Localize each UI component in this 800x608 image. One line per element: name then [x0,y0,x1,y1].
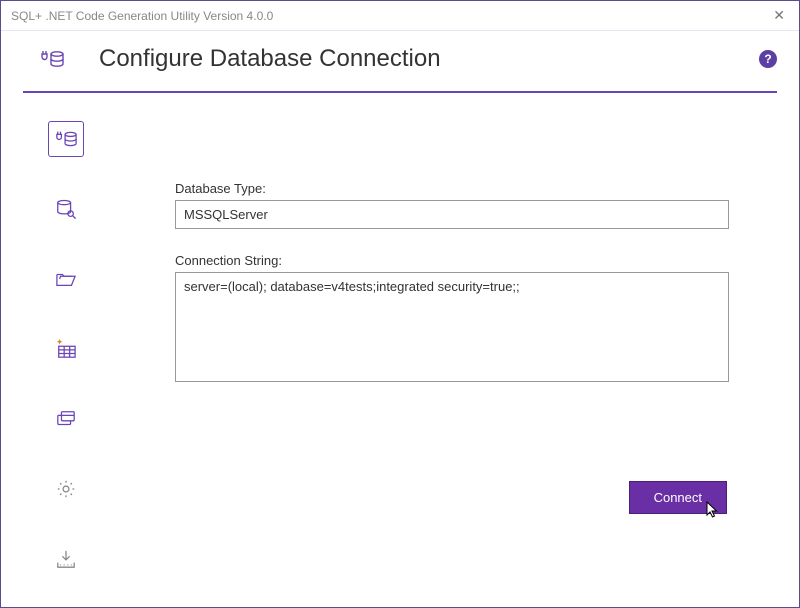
connect-button-label: Connect [654,490,702,505]
nav-open-folder[interactable] [48,261,84,297]
connstr-label: Connection String: [175,253,729,268]
cursor-icon [706,501,720,519]
body: Database Type: Connection String: Connec… [1,93,799,607]
page-header: Configure Database Connection ? [1,31,799,91]
nav-db-search[interactable] [48,191,84,227]
connstr-input[interactable] [175,272,729,382]
app-window: SQL+ .NET Code Generation Utility Versio… [0,0,800,608]
folder-open-icon [55,269,77,289]
dbtype-input[interactable] [175,200,729,229]
form-area: Database Type: Connection String: Connec… [101,113,777,587]
plug-db-icon [39,47,69,71]
titlebar: SQL+ .NET Code Generation Utility Versio… [1,1,799,31]
nav-settings[interactable] [48,471,84,507]
sparkle-list-icon [55,339,77,359]
connect-button[interactable]: Connect [629,481,727,514]
dbtype-label: Database Type: [175,181,729,196]
help-icon[interactable]: ? [759,50,777,68]
gear-icon [55,478,77,500]
sidebar [31,113,101,587]
dbtype-row: Database Type: [175,181,729,229]
nav-cards[interactable] [48,401,84,437]
plug-db-icon [54,128,78,150]
close-icon[interactable]: ✕ [769,7,789,24]
nav-download[interactable] [48,541,84,577]
nav-configure-connection[interactable] [48,121,84,157]
button-row: Connect [175,481,729,514]
db-search-icon [55,198,77,220]
nav-new-list[interactable] [48,331,84,367]
connstr-row: Connection String: [175,253,729,387]
page-title: Configure Database Connection [99,45,759,73]
cards-icon [55,409,77,429]
download-icon [55,549,77,569]
window-title: SQL+ .NET Code Generation Utility Versio… [11,9,769,23]
